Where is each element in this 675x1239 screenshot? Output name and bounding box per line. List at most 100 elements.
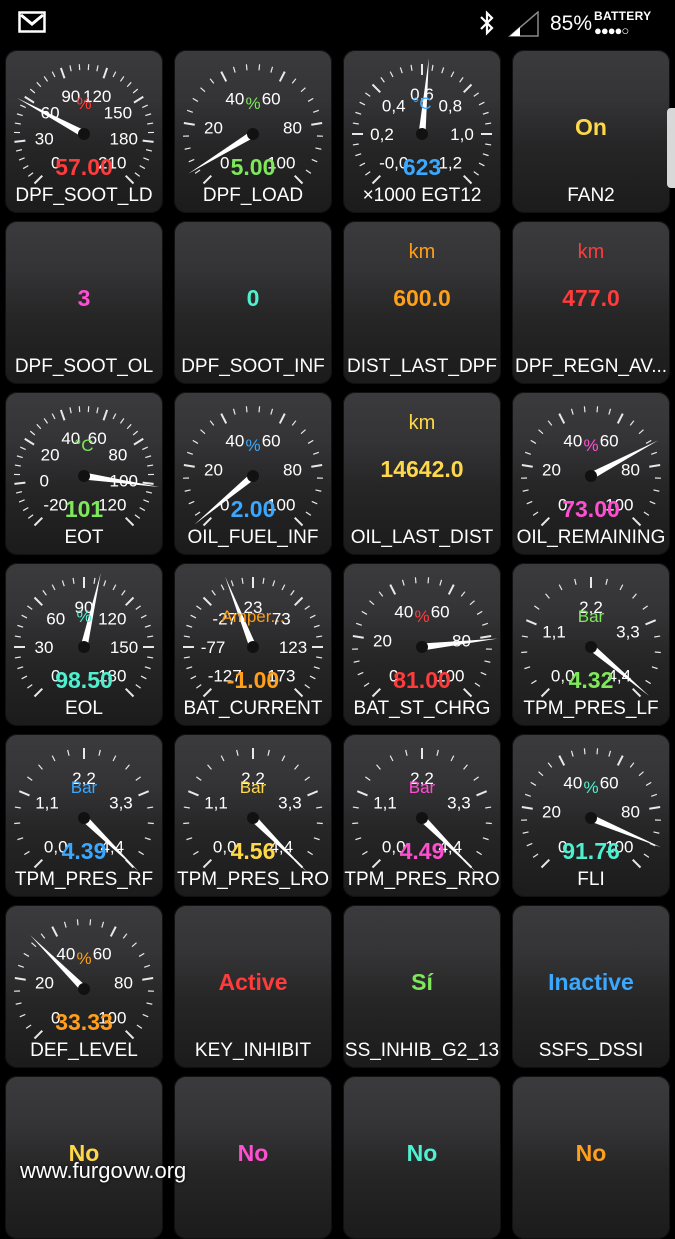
tile-label: EOL bbox=[5, 698, 163, 720]
minor-tick bbox=[460, 77, 464, 82]
major-tick bbox=[464, 85, 472, 93]
gauge-tile[interactable]: 020406080100%81.00BAT_ST_CHRG bbox=[343, 563, 501, 726]
major-tick bbox=[61, 68, 65, 78]
minor-tick bbox=[639, 430, 644, 434]
gauge-tile[interactable]: 0306090120150180%98.50EOL bbox=[5, 563, 163, 726]
gauge-tile[interactable]: 0,01,12,23,34,4Bar4.56TPM_PRES_LRO bbox=[174, 734, 332, 897]
value-tile[interactable]: OnFAN2 bbox=[512, 50, 670, 213]
minor-tick bbox=[113, 756, 116, 761]
tile-label: DPF_SOOT_OL bbox=[5, 356, 163, 378]
minor-tick bbox=[200, 430, 205, 434]
minor-tick bbox=[133, 431, 138, 435]
tile-value: No bbox=[343, 1140, 501, 1167]
gauge-tile[interactable]: 0,01,12,23,34,4Bar4.49TPM_PRES_RRO bbox=[343, 734, 501, 897]
minor-tick bbox=[273, 580, 275, 586]
unit-label: Bar bbox=[174, 778, 332, 798]
minor-tick bbox=[584, 406, 585, 412]
value-tile[interactable]: No bbox=[174, 1076, 332, 1239]
tile-label: FLI bbox=[512, 869, 670, 891]
minor-tick bbox=[379, 592, 383, 597]
tile-label: DPF_LOAD bbox=[174, 185, 332, 207]
major-tick bbox=[390, 585, 395, 595]
minor-tick bbox=[548, 421, 552, 426]
gauge-tile[interactable]: 020406080100%2.00OIL_FUEL_INF bbox=[174, 392, 332, 555]
gauge-tile[interactable]: 020406080100%73.00OIL_REMAINING bbox=[512, 392, 670, 555]
unit-label: % bbox=[174, 436, 332, 456]
major-tick bbox=[52, 927, 57, 937]
value-tile[interactable]: SíSS_INHIB_G2_13 bbox=[343, 905, 501, 1068]
needle-hub bbox=[585, 641, 597, 653]
minor-tick bbox=[282, 585, 285, 590]
minor-tick bbox=[44, 76, 47, 81]
minor-tick bbox=[451, 756, 454, 761]
tile-value: On bbox=[512, 114, 670, 141]
value-tile[interactable]: 3DPF_SOOT_OL bbox=[5, 221, 163, 384]
edge-scroll-handle[interactable] bbox=[667, 108, 675, 188]
gauge-tile[interactable]: 0,01,12,23,34,4Bar4.32TPM_PRES_LF bbox=[512, 563, 670, 726]
gauge-tile[interactable]: 020406080100%91.76FLI bbox=[512, 734, 670, 897]
value-tile[interactable]: km600.0DIST_LAST_DPF bbox=[343, 221, 501, 384]
minor-tick bbox=[406, 750, 407, 756]
value-tile[interactable]: km477.0DPF_REGN_AV... bbox=[512, 221, 670, 384]
value-tile[interactable]: km14642.0OIL_LAST_DIST bbox=[343, 392, 501, 555]
gauge-tile[interactable]: 020406080100%33.33DEF_LEVEL bbox=[5, 905, 163, 1068]
major-tick bbox=[353, 636, 364, 638]
tick-label: 0 bbox=[40, 471, 49, 490]
minor-tick bbox=[102, 922, 104, 928]
minor-tick bbox=[133, 89, 138, 93]
minor-tick bbox=[146, 150, 152, 151]
tile-label: BAT_ST_CHRG bbox=[343, 698, 501, 720]
minor-tick bbox=[442, 67, 444, 73]
minor-tick bbox=[70, 407, 71, 413]
gauge-tile[interactable]: 020406080100%5.00DPF_LOAD bbox=[174, 50, 332, 213]
minor-tick bbox=[411, 65, 412, 71]
watermark: www.furgovw.org bbox=[20, 1158, 186, 1184]
battery-label: BATTERY bbox=[594, 9, 651, 23]
gauge-tile[interactable]: -20020406080100120°C101EOT bbox=[5, 392, 163, 555]
minor-tick bbox=[415, 577, 416, 583]
minor-tick bbox=[316, 657, 322, 658]
value-tile[interactable]: ActiveKEY_INHIBIT bbox=[174, 905, 332, 1068]
value-tile[interactable]: 0DPF_SOOT_INF bbox=[174, 221, 332, 384]
needle-hub bbox=[78, 470, 90, 482]
major-tick bbox=[184, 465, 195, 467]
minor-tick bbox=[259, 406, 260, 412]
gauge-value: 81.00 bbox=[343, 667, 501, 694]
tile-label: DPF_SOOT_INF bbox=[174, 356, 332, 378]
minor-tick bbox=[15, 807, 21, 808]
needle-hub bbox=[416, 641, 428, 653]
major-tick bbox=[559, 414, 564, 424]
gauge-tile[interactable]: -0,00,20,40,60,81,01,2°C623×1000 EGT12 bbox=[343, 50, 501, 213]
minor-tick bbox=[291, 590, 295, 595]
unit-label: % bbox=[343, 607, 501, 627]
unit-label: % bbox=[5, 607, 163, 627]
minor-tick bbox=[242, 578, 243, 584]
minor-tick bbox=[64, 922, 66, 928]
gauge-value: -1.00 bbox=[174, 667, 332, 694]
minor-tick bbox=[73, 578, 74, 584]
minor-tick bbox=[402, 580, 404, 586]
minor-tick bbox=[316, 807, 322, 808]
minor-tick bbox=[184, 807, 190, 808]
gauge-tile[interactable]: 0306090120150180210%57.00DPF_SOOT_LD bbox=[5, 50, 163, 213]
minor-tick bbox=[440, 580, 442, 586]
value-tile[interactable]: InactiveSSFS_DSSI bbox=[512, 905, 670, 1068]
minor-tick bbox=[639, 772, 644, 776]
tick-label: 80 bbox=[114, 974, 133, 993]
minor-tick bbox=[120, 76, 123, 81]
value-tile[interactable]: No bbox=[512, 1076, 670, 1239]
minor-tick bbox=[123, 934, 127, 939]
gauge-tile[interactable]: -127-77-272373123173Amper...-1.00BAT_CUR… bbox=[174, 563, 332, 726]
minor-tick bbox=[147, 807, 153, 808]
gauge-tile[interactable]: 0,01,12,23,34,4Bar4.39TPM_PRES_RF bbox=[5, 734, 163, 897]
gauge-value: 4.32 bbox=[512, 667, 670, 694]
tick-label: 80 bbox=[283, 461, 302, 480]
minor-tick bbox=[43, 590, 47, 595]
minor-tick bbox=[212, 590, 216, 595]
minor-tick bbox=[548, 763, 552, 768]
major-tick bbox=[14, 141, 25, 142]
value-tile[interactable]: No bbox=[343, 1076, 501, 1239]
major-tick bbox=[618, 414, 623, 424]
unit-label: % bbox=[5, 94, 163, 114]
major-tick bbox=[295, 598, 303, 606]
